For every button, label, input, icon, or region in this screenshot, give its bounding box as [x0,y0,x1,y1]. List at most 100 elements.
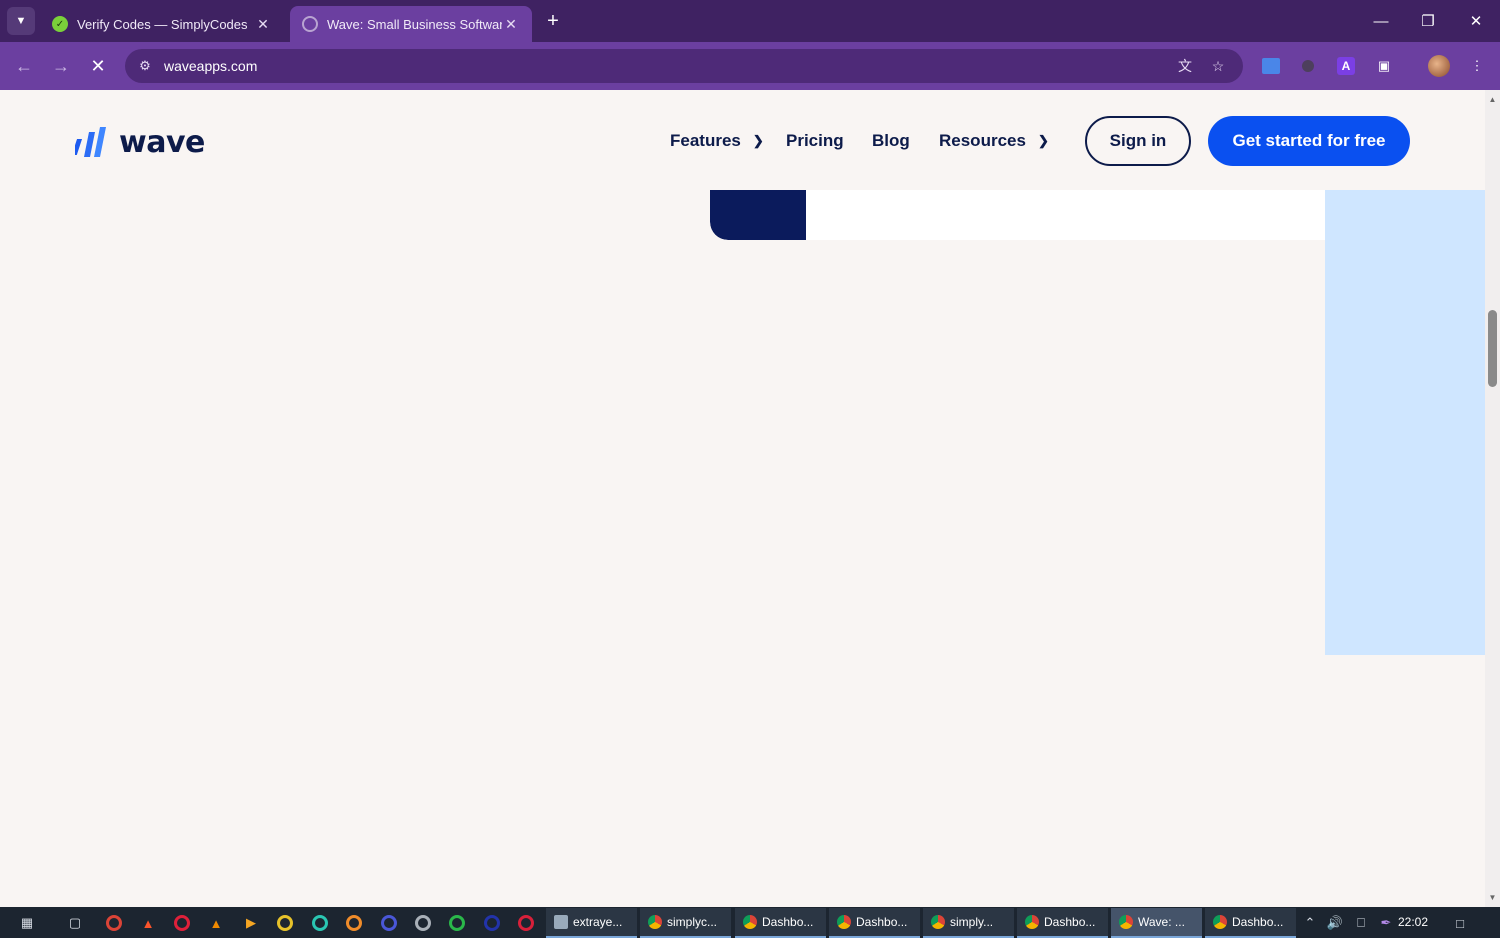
scroll-down-icon[interactable]: ▼ [1485,890,1500,904]
browser-toolbar: ← → ✕ ⚙ waveapps.com 文 ☆ A ▣ ⋮ [0,42,1500,90]
taskbar-app-label: simplyc... [667,915,718,929]
wave-logo[interactable]: wave [75,122,205,162]
translate-icon[interactable]: 文 [1175,56,1195,76]
restore-icon: ❐ [1421,13,1435,30]
back-button[interactable]: ← [10,52,38,80]
tab-wave[interactable]: Wave: Small Business Software ✕ [290,6,532,42]
extension-a-icon[interactable]: A [1335,55,1357,77]
taskbar-app-dashboard[interactable]: Dashbo... [735,908,826,938]
tab-close-icon[interactable]: ✕ [254,16,272,33]
nav-pricing[interactable]: Pricing [786,131,844,151]
chrome-icon [1213,915,1227,929]
extensions-puzzle-icon[interactable]: ▣ [1373,55,1395,77]
nav-features[interactable]: Features ❯ [670,131,764,151]
close-window-button[interactable]: ✕ [1456,6,1496,36]
taskbar-app-label: Dashbo... [762,915,814,929]
nav-blog[interactable]: Blog [872,131,910,151]
taskbar-app-simplycodes[interactable]: simply... [923,908,1014,938]
minimize-button[interactable]: — [1361,6,1401,36]
chrome-icon [931,915,945,929]
address-bar[interactable]: ⚙ waveapps.com 文 ☆ [125,49,1243,83]
taskbar-app-dashboard[interactable]: Dashbo... [1017,908,1108,938]
nav-resources[interactable]: Resources ❯ [939,131,1049,151]
opera-red-icon[interactable] [515,912,537,934]
taskbar-app-label: extraye... [573,915,623,929]
taskbar-app-extraye[interactable]: extraye... [546,908,637,938]
taskbar-app-dashboard[interactable]: Dashbo... [829,908,920,938]
taskbar-app-wave[interactable]: Wave: ... [1111,908,1202,938]
taskbar-app-simplycodes[interactable]: simplyc... [640,908,731,938]
stop-loading-button[interactable]: ✕ [84,52,112,80]
brave-icon[interactable]: ▲ [137,912,159,934]
light-blue-panel [1325,190,1485,655]
chrome-icon[interactable] [103,912,125,934]
wave-logo-icon [75,127,106,157]
taskbar-app-dashboard[interactable]: Dashbo... [1205,908,1296,938]
taskbar-app-label: Dashbo... [856,915,908,929]
close-icon: ✕ [1469,13,1483,30]
opera-yellow-icon[interactable] [274,912,296,934]
chrome-icon [837,915,851,929]
nav-pricing-label: Pricing [786,131,844,150]
forward-button[interactable]: → [47,52,75,80]
windows-taskbar: ▦ ▢ ▲ ▲ ▶ extraye... simplyc... Dashbo..… [0,907,1500,938]
taskbar-app-label: Wave: ... [1138,915,1185,929]
scrollbar-thumb[interactable] [1488,310,1497,387]
new-tab-button[interactable]: + [541,9,565,33]
hero-card-bottom [710,190,1410,240]
minimize-icon: — [1373,12,1389,30]
bookmark-star-icon[interactable]: ☆ [1208,56,1228,76]
scroll-up-icon[interactable]: ▲ [1485,92,1500,106]
nav-blog-label: Blog [872,131,910,150]
taskbar-clock[interactable]: 22:02 [1398,915,1428,929]
chevron-down-icon: ▼ [15,15,27,27]
task-view-icon[interactable]: ▢ [64,912,86,934]
chrome-icon [1119,915,1133,929]
opera-teal-icon[interactable] [309,912,331,934]
translate-extension-icon[interactable] [1260,55,1282,77]
tab-search-button[interactable]: ▼ [7,7,35,35]
restore-button[interactable]: ❐ [1408,6,1448,36]
extension-dot-icon[interactable] [1297,55,1319,77]
opera-darkblue-icon[interactable] [481,912,503,934]
taskbar-app-label: Dashbo... [1044,915,1096,929]
opera-gray-icon[interactable] [412,912,434,934]
start-grid-icon[interactable]: ▦ [16,912,38,934]
show-hidden-icons-icon[interactable]: ⌃ [1299,912,1321,934]
vlc-icon[interactable]: ▲ [205,912,227,934]
taskbar-app-label: Dashbo... [1232,915,1284,929]
page-viewport: wave Features ❯ Pricing Blog Resources ❯… [0,90,1485,907]
chevron-down-icon: ❯ [1037,133,1049,148]
notifications-icon[interactable]: □ [1449,912,1471,934]
nav-resources-label: Resources [939,131,1026,150]
browser-tab-strip: ▼ ✓ Verify Codes — SimplyCodes ✕ Wave: S… [0,0,1500,42]
pen-icon[interactable]: ✒ [1375,912,1397,934]
opera-orange-icon[interactable] [343,912,365,934]
tab-title: Wave: Small Business Software [327,16,502,32]
browser-menu-icon[interactable]: ⋮ [1466,55,1488,77]
profile-avatar[interactable] [1428,55,1450,77]
tab-close-icon[interactable]: ✕ [502,16,520,33]
media-player-icon[interactable]: ▶ [240,912,262,934]
logo-wordmark: wave [119,124,205,160]
volume-icon[interactable]: 🔊 [1324,912,1346,934]
opera-icon[interactable] [171,912,193,934]
forward-arrow-icon: → [52,55,70,76]
chrome-icon [648,915,662,929]
tab-simplycodes[interactable]: ✓ Verify Codes — SimplyCodes ✕ [40,6,284,42]
document-icon [554,915,568,929]
opera-green-icon[interactable] [446,912,468,934]
loading-favicon-icon [302,16,318,32]
site-info-icon[interactable]: ⚙ [135,56,155,76]
stop-icon: ✕ [90,55,106,76]
opera-blue-icon[interactable] [378,912,400,934]
simplycodes-favicon-icon: ✓ [52,16,68,32]
chrome-icon [743,915,757,929]
plus-icon: + [547,9,559,32]
sign-in-button[interactable]: Sign in [1085,116,1191,166]
url-text: waveapps.com [164,58,258,74]
network-icon[interactable]: ⎕ [1350,912,1372,934]
page-scrollbar[interactable]: ▲ ▼ [1485,90,1500,907]
chrome-icon [1025,915,1039,929]
get-started-button[interactable]: Get started for free [1208,116,1410,166]
